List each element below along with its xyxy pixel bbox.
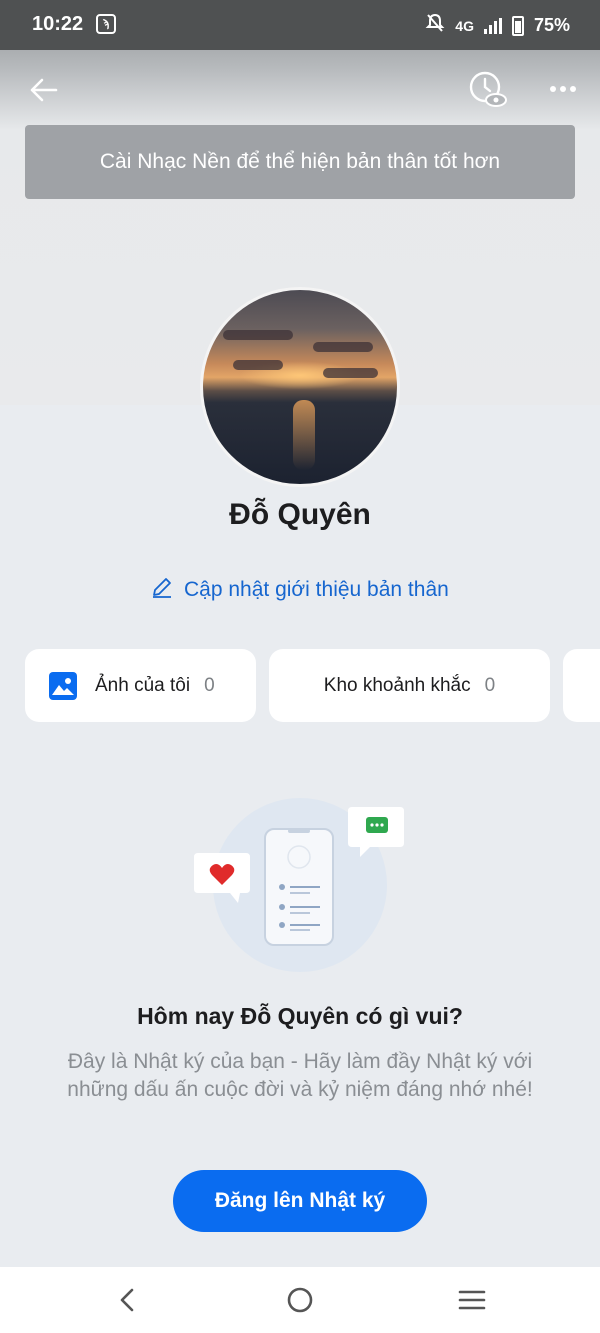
set-background-music-banner[interactable]: Cài Nhạc Nền để thể hiện bản thân tốt hơ… xyxy=(25,125,575,199)
avatar-reflection xyxy=(293,400,315,470)
view-history-icon[interactable] xyxy=(468,70,508,110)
moments-label: Kho khoảnh khắc xyxy=(323,674,471,696)
status-icons: 4G 75% xyxy=(425,13,570,38)
avatar[interactable] xyxy=(200,287,400,487)
more-card[interactable] xyxy=(563,649,600,722)
system-navigation-bar xyxy=(0,1267,600,1333)
profile-name: Đỗ Quyên xyxy=(229,498,371,531)
diary-illustration xyxy=(190,795,410,975)
my-photos-label: Ảnh của tôi xyxy=(95,674,191,696)
update-bio-label: Cập nhật giới thiệu bản thân xyxy=(184,578,449,601)
top-app-bar xyxy=(0,50,600,125)
moments-count: 0 xyxy=(484,674,496,696)
signal-icon xyxy=(483,17,502,34)
diary-description: Đây là Nhật ký của bạn - Hãy làm đầy Nhậ… xyxy=(67,1050,533,1101)
battery-level: 75% xyxy=(533,15,570,35)
avatar-cloud xyxy=(233,360,283,370)
post-to-diary-button[interactable]: Đăng lên Nhật ký xyxy=(173,1170,427,1232)
update-bio-link[interactable]: Cập nhật giới thiệu bản thân xyxy=(150,575,449,605)
diary-prompt-title: Hôm nay Đỗ Quyên có gì vui? xyxy=(137,1003,463,1029)
network-type: 4G xyxy=(455,17,474,34)
back-arrow-icon[interactable] xyxy=(26,72,62,108)
nav-home-icon[interactable] xyxy=(284,1284,316,1316)
my-photos-count: 0 xyxy=(204,674,215,696)
avatar-cloud xyxy=(223,330,293,340)
mute-icon xyxy=(425,13,445,38)
avatar-cloud xyxy=(323,368,378,378)
status-time: 10:22 xyxy=(32,13,84,35)
pencil-icon xyxy=(150,575,174,605)
status-bar: 10:22 ϡ 4G 75% xyxy=(0,0,600,50)
avatar-cloud xyxy=(313,342,373,352)
battery-icon xyxy=(511,15,524,36)
my-photos-card[interactable]: Ảnh của tôi 0 xyxy=(25,649,256,722)
image-icon xyxy=(49,671,77,700)
notification-app-icon: ϡ xyxy=(96,14,116,34)
nav-back-icon[interactable] xyxy=(112,1284,144,1316)
nav-recents-icon[interactable] xyxy=(456,1284,488,1316)
more-options-icon[interactable] xyxy=(546,74,580,104)
moments-card[interactable]: Kho khoảnh khắc 0 xyxy=(269,649,550,722)
